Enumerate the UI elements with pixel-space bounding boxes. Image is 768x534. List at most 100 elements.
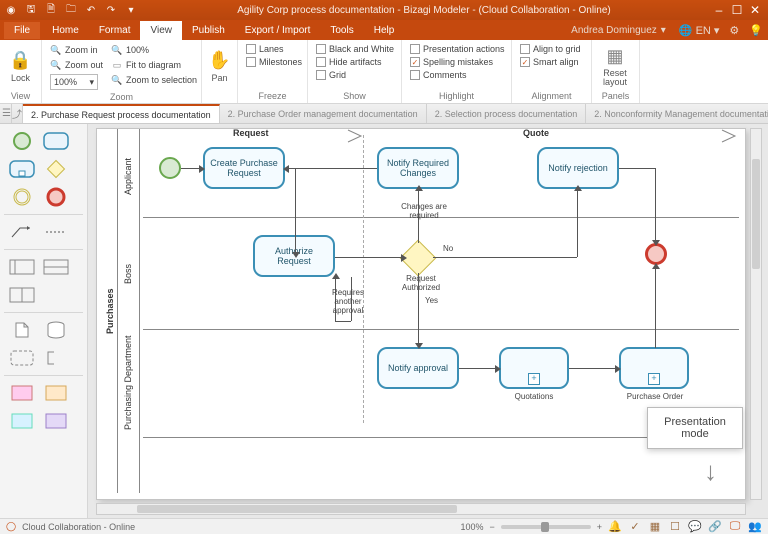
share-icon[interactable]: 🔗 [708,520,722,533]
end-event[interactable] [645,243,667,265]
task-quotations[interactable] [499,347,569,389]
palette-pool[interactable] [8,257,36,277]
bw-check[interactable]: Black and White [314,43,396,55]
palette-start-event[interactable] [8,131,36,151]
tab-format[interactable]: Format [89,21,141,40]
settings-icon[interactable]: ⚙ [724,24,744,37]
minimize-button[interactable]: – [710,3,728,17]
palette-intermediate-event[interactable] [8,187,36,207]
group-freeze-label: Freeze [244,90,301,101]
tab-home[interactable]: Home [42,21,89,40]
maximize-button[interactable]: ☐ [728,3,746,17]
task-purchase-order[interactable] [619,347,689,389]
tab-view[interactable]: View [140,21,182,40]
zoom-slider[interactable] [501,525,591,529]
save-icon[interactable]: 🖫 [24,3,38,17]
task-notify-changes[interactable]: Notify Required Changes [377,147,459,189]
hide-artifacts-check[interactable]: Hide artifacts [314,56,396,68]
group-alignment-label: Alignment [518,90,585,101]
diagram-canvas[interactable]: Purchases Applicant Boss Purchasing Depa… [96,128,746,500]
zoom-in-button[interactable]: 🔍Zoom in [48,43,105,57]
palette-lane[interactable] [42,257,70,277]
gateway-label: Request Authorized [395,275,447,293]
tab-export-import[interactable]: Export / Import [235,21,321,40]
open-icon[interactable]: 🗀 [64,3,78,17]
lock-icon: 🔒 [9,50,31,71]
task-notify-approval[interactable]: Notify approval [377,347,459,389]
user-menu[interactable]: Andrea Dominguez ▾ [563,25,674,36]
group-highlight-label: Highlight [408,90,505,101]
grid-check[interactable]: Grid [314,69,396,81]
fit-diagram-button[interactable]: ▭Fit to diagram [109,58,199,72]
tab-publish[interactable]: Publish [182,21,235,40]
callout-arrow-icon: ↓ [704,456,717,487]
language-menu[interactable]: 🌐 EN ▾ [674,24,725,37]
palette-association[interactable] [42,222,70,242]
redo-icon[interactable]: ↷ [104,3,118,17]
zoom-100-button[interactable]: 🔍100% [109,43,199,57]
task-notify-rejection[interactable]: Notify rejection [537,147,619,189]
subprocess-nav-icon[interactable]: ⤴ [12,104,23,123]
main-area: Purchases Applicant Boss Purchasing Depa… [0,124,768,518]
start-event[interactable] [159,157,181,179]
palette-image[interactable] [8,383,36,403]
presentation-mode-icon[interactable]: 🖵 [728,520,742,533]
tab-help[interactable]: Help [364,21,405,40]
spellcheck-icon[interactable]: ✓ [628,520,642,533]
palette-header[interactable] [42,411,70,431]
palette-milestone[interactable] [8,285,36,305]
doc-tab[interactable]: 2. Nonconformity Management documentatio… [586,104,768,123]
doc-tab[interactable]: 2. Purchase Order management documentati… [220,104,427,123]
align-grid-check[interactable]: Align to grid [518,43,583,55]
palette-task[interactable] [42,131,70,151]
lane-applicant-label: Applicant [121,137,135,215]
tab-tools[interactable]: Tools [320,21,363,40]
undo-icon[interactable]: ↶ [84,3,98,17]
palette-annotation[interactable] [42,348,70,368]
horizontal-scrollbar[interactable] [96,503,746,515]
palette-data-store[interactable] [42,320,70,340]
palette-text[interactable] [42,383,70,403]
file-menu[interactable]: File [4,22,40,39]
user-name: Andrea Dominguez [571,25,657,36]
doc-tab[interactable]: 2. Selection process documentation [427,104,587,123]
close-button[interactable]: ✕ [746,3,764,17]
zoom-out-button[interactable]: 🔍Zoom out [48,58,105,72]
zoom-selection-button[interactable]: 🔍Zoom to selection [109,73,199,87]
zoom-combo[interactable]: 100%▾ [48,73,105,91]
comments-check[interactable]: Comments [408,69,507,81]
qat-dropdown-icon[interactable]: ▾ [124,3,138,17]
lock-button[interactable]: 🔒Lock [6,43,35,90]
smart-align-check[interactable]: ✓Smart align [518,56,583,68]
zoom-minus-icon[interactable]: − [489,522,494,532]
reset-layout-button[interactable]: ▦Reset layout [598,43,632,90]
comments-icon[interactable]: 💬 [688,520,702,533]
palette-end-event[interactable] [42,187,70,207]
team-icon[interactable]: 👥 [748,520,762,533]
palette-formatted[interactable] [8,411,36,431]
notifications-icon[interactable]: 🔔 [608,520,622,533]
freeze-milestones-check[interactable]: Milestones [244,56,304,68]
spelling-mistakes-check[interactable]: ✓Spelling mistakes [408,56,507,68]
vertical-scrollbar[interactable] [750,128,762,500]
status-bar: ◯ Cloud Collaboration - Online 100% − + … [0,518,768,534]
palette-data-object[interactable] [8,320,36,340]
canvas-area[interactable]: Purchases Applicant Boss Purchasing Depa… [88,124,768,518]
new-icon[interactable]: 🗎 [44,3,58,17]
presentation-actions-check[interactable]: Presentation actions [408,43,507,55]
zoom-plus-icon[interactable]: + [597,522,602,532]
view-single-icon[interactable]: ☐ [668,520,682,533]
phase-request-label: Request [233,128,269,138]
task-create-request[interactable]: Create Purchase Request [203,147,285,189]
palette-gateway[interactable] [42,159,70,179]
chevron-down-icon: ▾ [661,25,666,36]
doc-tab-active[interactable]: 2. Purchase Request process documentatio… [23,104,220,123]
view-grid-icon[interactable]: ▦ [648,520,662,533]
palette-sequence-flow[interactable] [8,222,36,242]
freeze-lanes-check[interactable]: Lanes [244,43,304,55]
palette-subprocess[interactable] [8,159,36,179]
palette-group[interactable] [8,348,36,368]
diagram-list-icon[interactable]: ☰ [2,104,12,123]
idea-icon[interactable]: 💡 [744,24,768,37]
pan-button[interactable]: ✋Pan [208,43,231,90]
